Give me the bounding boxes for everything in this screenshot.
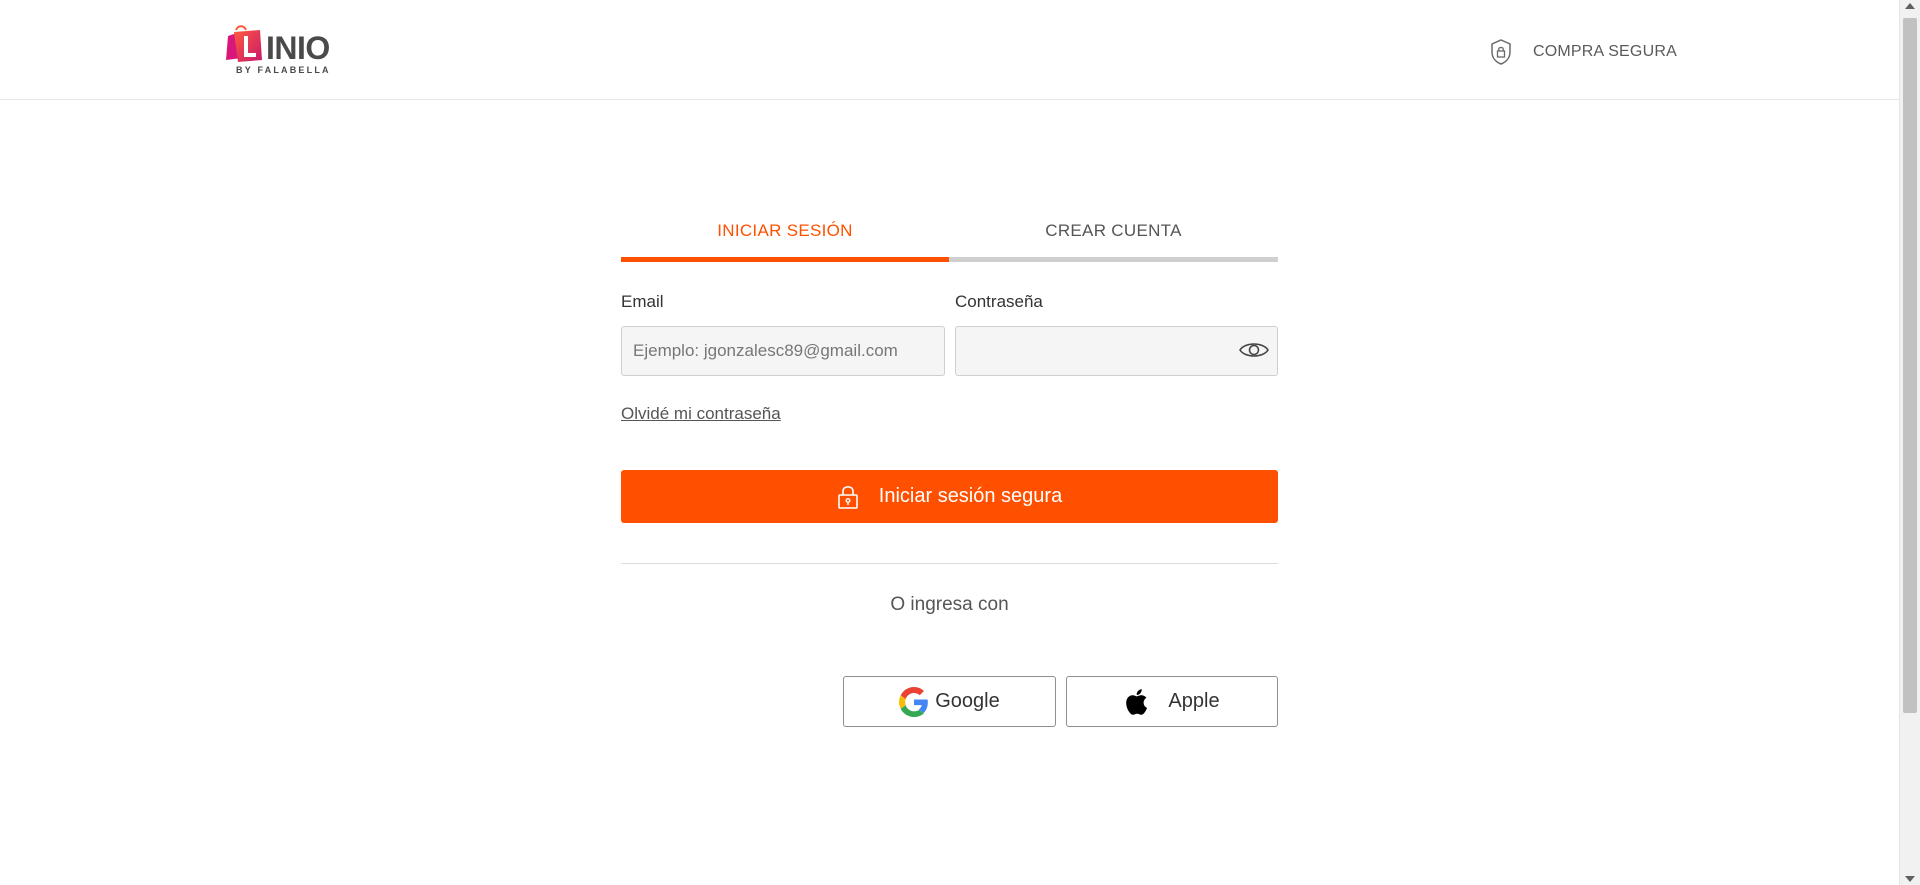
password-field[interactable] — [955, 326, 1278, 376]
lock-icon — [837, 485, 858, 509]
tab-login[interactable]: INICIAR SESIÓN — [621, 210, 949, 262]
scroll-down-arrow-icon[interactable] — [1905, 876, 1915, 882]
auth-tabs: INICIAR SESIÓN CREAR CUENTA — [621, 210, 1278, 262]
header: INIO BY FALABELLA COMPRA SEGURA — [0, 0, 1899, 100]
shield-lock-icon — [1491, 39, 1511, 65]
secure-login-label: Iniciar sesión segura — [878, 485, 1063, 507]
google-login-label: Google — [935, 690, 1000, 712]
secure-login-button[interactable]: Iniciar sesión segura — [621, 470, 1278, 523]
login-page: INIO BY FALABELLA COMPRA SEGURA INICIAR … — [0, 0, 1920, 885]
secure-purchase-label: COMPRA SEGURA — [1533, 43, 1677, 60]
password-label: Contraseña — [955, 292, 1043, 311]
google-login-button[interactable]: Google — [843, 676, 1056, 727]
logo-mark-icon — [226, 25, 262, 62]
secure-purchase: COMPRA SEGURA — [1489, 37, 1677, 67]
scroll-thumb[interactable] — [1903, 18, 1917, 713]
apple-login-button[interactable]: Apple — [1066, 676, 1278, 727]
vertical-scrollbar[interactable] — [1899, 0, 1920, 885]
tab-create-account[interactable]: CREAR CUENTA — [949, 210, 1278, 262]
social-login-caption: O ingresa con — [890, 594, 1009, 615]
show-password-eye-icon[interactable] — [1238, 338, 1270, 362]
apple-login-label: Apple — [1168, 690, 1220, 712]
email-field[interactable] — [621, 326, 945, 376]
apple-icon — [1126, 688, 1148, 715]
forgot-password-link[interactable]: Olvidé mi contraseña — [621, 404, 781, 424]
scroll-up-arrow-icon[interactable] — [1905, 3, 1915, 9]
divider — [621, 563, 1278, 564]
email-label: Email — [621, 292, 664, 311]
linio-logo[interactable]: INIO BY FALABELLA — [224, 24, 344, 80]
logo-subtitle: BY FALABELLA — [236, 65, 331, 75]
logo-wordmark: INIO — [266, 30, 330, 66]
google-icon — [899, 686, 929, 717]
